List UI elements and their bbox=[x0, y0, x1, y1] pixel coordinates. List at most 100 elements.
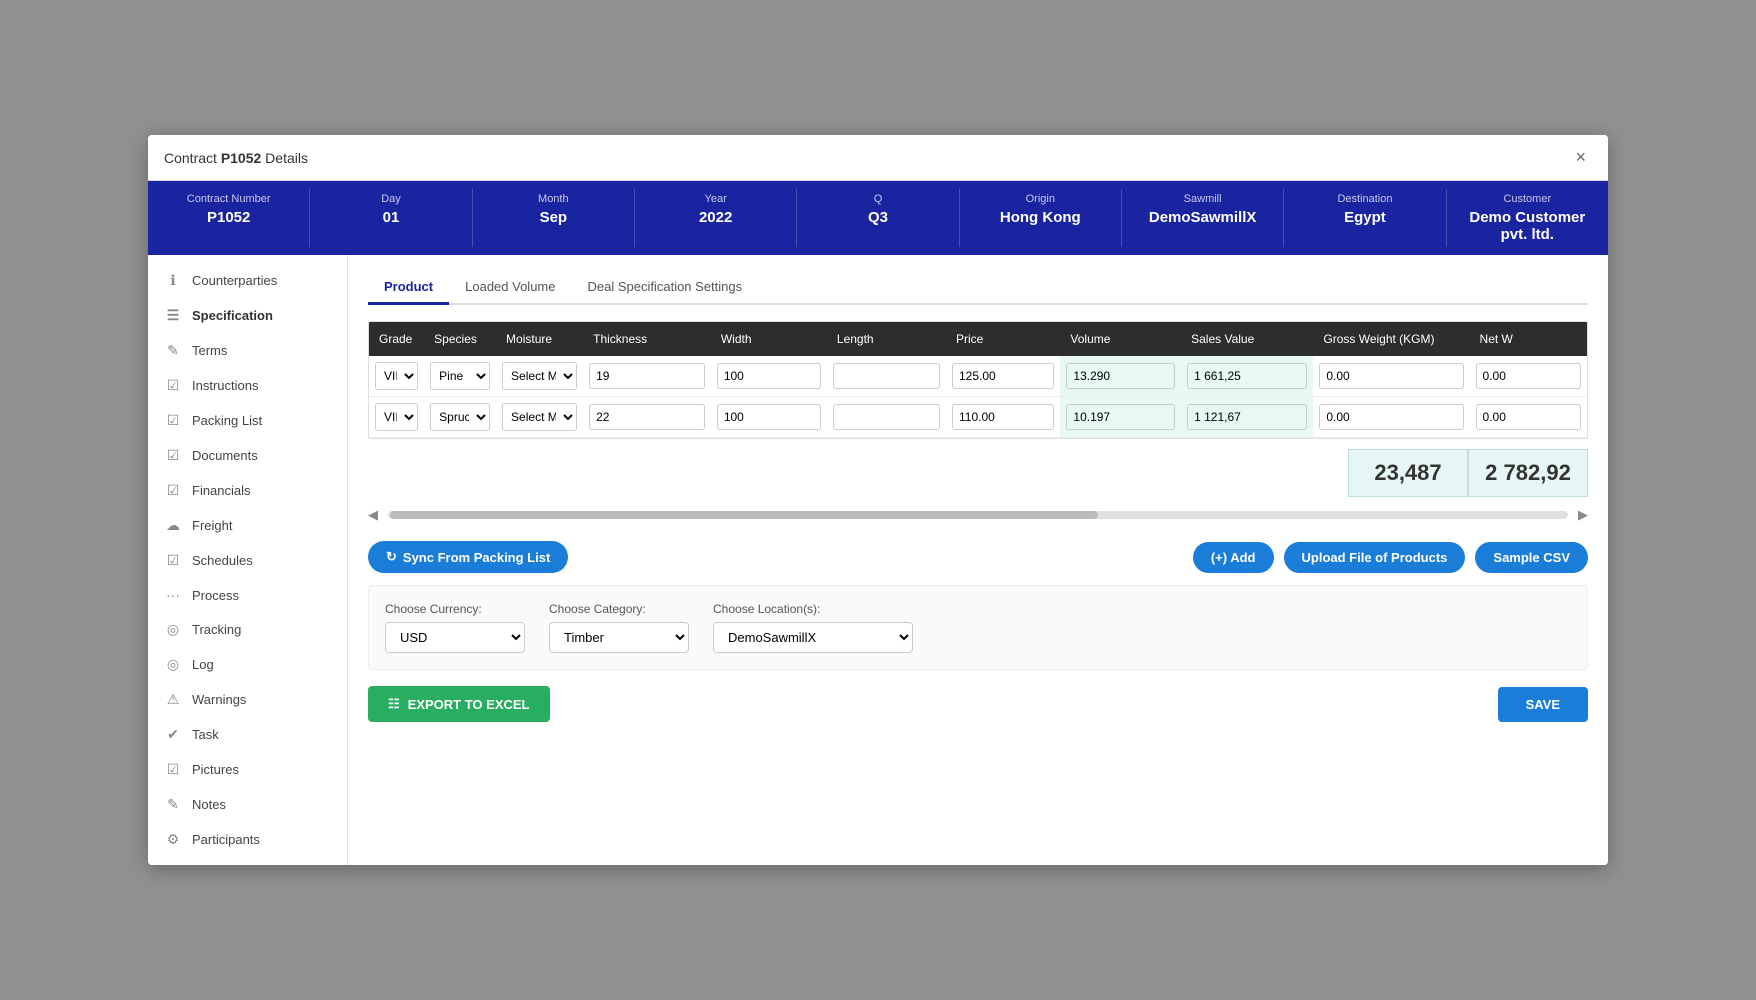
scroll-right-arrow[interactable]: ▶ bbox=[1578, 507, 1588, 523]
contract-bar-label: Origin bbox=[968, 193, 1113, 205]
col-header-sales-value: Sales Value bbox=[1181, 322, 1313, 356]
col-header-species: Species bbox=[424, 322, 496, 356]
sidebar-item-freight[interactable]: ☁Freight bbox=[148, 508, 347, 543]
filter-form: Choose Currency: USD EUR GBP Choose Cate… bbox=[368, 585, 1588, 670]
length-input[interactable] bbox=[833, 404, 940, 430]
species-select[interactable]: PineSpruceOak bbox=[430, 362, 490, 390]
sidebar-label: Counterparties bbox=[192, 273, 277, 288]
sidebar-item-process[interactable]: ···Process bbox=[148, 578, 347, 612]
horizontal-scrollbar[interactable] bbox=[388, 511, 1568, 519]
width-cell bbox=[711, 397, 827, 438]
contract-bar-item: QQ3 bbox=[797, 189, 959, 247]
thickness-input[interactable] bbox=[589, 363, 705, 389]
col-header-gross-weight-(kgm): Gross Weight (KGM) bbox=[1313, 322, 1469, 356]
totals-row: 23,487 2 782,92 bbox=[368, 439, 1588, 501]
col-header-width: Width bbox=[711, 322, 827, 356]
sidebar-item-pictures[interactable]: ☑Pictures bbox=[148, 752, 347, 787]
species-cell: PineSpruceOak bbox=[424, 356, 496, 397]
sidebar-item-specification[interactable]: ☰Specification bbox=[148, 298, 347, 333]
sidebar-icon: ℹ bbox=[164, 272, 182, 289]
sidebar-item-log[interactable]: ◎Log bbox=[148, 647, 347, 682]
contract-number-bold: P1052 bbox=[221, 150, 261, 166]
scroll-left-arrow[interactable]: ◀ bbox=[368, 507, 378, 523]
modal-header: Contract P1052 Details × bbox=[148, 135, 1608, 181]
contract-bar-item: OriginHong Kong bbox=[960, 189, 1122, 247]
category-group: Choose Category: Timber Other bbox=[549, 602, 689, 653]
contract-bar-item: Month Sep bbox=[473, 189, 635, 247]
currency-select[interactable]: USD EUR GBP bbox=[385, 622, 525, 653]
net-w-input[interactable] bbox=[1476, 404, 1581, 430]
sales-value-cell bbox=[1181, 397, 1313, 438]
width-input[interactable] bbox=[717, 404, 821, 430]
add-button[interactable]: (+) Add bbox=[1193, 542, 1274, 573]
currency-label: Choose Currency: bbox=[385, 602, 525, 616]
gross-weight-input[interactable] bbox=[1319, 363, 1463, 389]
moisture-select[interactable]: Select MoistDryGreen bbox=[502, 362, 577, 390]
tab-deal-specification-settings[interactable]: Deal Specification Settings bbox=[571, 271, 758, 305]
grade-select[interactable]: VIIVIVIV bbox=[375, 403, 418, 431]
width-input[interactable] bbox=[717, 363, 821, 389]
species-cell: PineSpruceOak bbox=[424, 397, 496, 438]
sidebar-icon: ☑ bbox=[164, 447, 182, 464]
tab-loaded-volume[interactable]: Loaded Volume bbox=[449, 271, 571, 305]
category-label: Choose Category: bbox=[549, 602, 689, 616]
sidebar-label: Schedules bbox=[192, 553, 253, 568]
sidebar-icon: ☑ bbox=[164, 377, 182, 394]
col-header-moisture: Moisture bbox=[496, 322, 583, 356]
save-button[interactable]: SAVE bbox=[1498, 687, 1588, 722]
modal-overlay: Contract P1052 Details × Contract Number… bbox=[0, 0, 1756, 1000]
sales-value-input[interactable] bbox=[1187, 363, 1307, 389]
sidebar-label: Tracking bbox=[192, 622, 241, 637]
sidebar-item-warnings[interactable]: ⚠Warnings bbox=[148, 682, 347, 717]
upload-button[interactable]: Upload File of Products bbox=[1284, 542, 1466, 573]
length-input[interactable] bbox=[833, 363, 940, 389]
contract-bar-value: Egypt bbox=[1292, 209, 1437, 226]
table-row: VIIVIVIV PineSpruceOak Select MoistDryGr… bbox=[369, 356, 1587, 397]
contract-bar-value: 2022 bbox=[643, 209, 788, 226]
contract-bar-label: Month bbox=[481, 193, 626, 205]
sidebar-icon: ··· bbox=[164, 587, 182, 603]
close-button[interactable]: × bbox=[1569, 145, 1592, 170]
sidebar-item-instructions[interactable]: ☑Instructions bbox=[148, 368, 347, 403]
net-w-cell bbox=[1470, 397, 1587, 438]
sync-button[interactable]: ↻ Sync From Packing List bbox=[368, 541, 568, 573]
moisture-select[interactable]: Select MoistDryGreen bbox=[502, 403, 577, 431]
sidebar-item-packing-list[interactable]: ☑Packing List bbox=[148, 403, 347, 438]
sidebar-icon: ☑ bbox=[164, 412, 182, 429]
sidebar-label: Freight bbox=[192, 518, 232, 533]
product-table-container: GradeSpeciesMoistureThicknessWidthLength… bbox=[368, 321, 1588, 439]
sidebar-item-notes[interactable]: ✎Notes bbox=[148, 787, 347, 822]
sample-csv-button[interactable]: Sample CSV bbox=[1475, 542, 1588, 573]
sidebar-item-tracking[interactable]: ◎Tracking bbox=[148, 612, 347, 647]
contract-bar-value: Sep bbox=[481, 209, 626, 226]
contract-bar-label: Customer bbox=[1455, 193, 1600, 205]
volume-input[interactable] bbox=[1066, 404, 1175, 430]
sidebar-icon: ☑ bbox=[164, 552, 182, 569]
price-input[interactable] bbox=[952, 363, 1054, 389]
price-input[interactable] bbox=[952, 404, 1054, 430]
tab-product[interactable]: Product bbox=[368, 271, 449, 305]
sidebar-item-task[interactable]: ✔Task bbox=[148, 717, 347, 752]
table-header: GradeSpeciesMoistureThicknessWidthLength… bbox=[369, 322, 1587, 356]
sidebar-item-participants[interactable]: ⚙Participants bbox=[148, 822, 347, 857]
location-select[interactable]: DemoSawmillX bbox=[713, 622, 913, 653]
sales-value-input[interactable] bbox=[1187, 404, 1307, 430]
thickness-input[interactable] bbox=[589, 404, 705, 430]
grade-select[interactable]: VIIVIVIV bbox=[375, 362, 418, 390]
gross-weight-input[interactable] bbox=[1319, 404, 1463, 430]
species-select[interactable]: PineSpruceOak bbox=[430, 403, 490, 431]
total-sales-value: 2 782,92 bbox=[1468, 449, 1588, 497]
sidebar-item-schedules[interactable]: ☑ Schedules bbox=[148, 543, 347, 578]
volume-input[interactable] bbox=[1066, 363, 1175, 389]
tabs-container: ProductLoaded VolumeDeal Specification S… bbox=[368, 271, 1588, 305]
sidebar-item-financials[interactable]: ☑Financials bbox=[148, 473, 347, 508]
sidebar-item-documents[interactable]: ☑Documents bbox=[148, 438, 347, 473]
modal-title: Contract P1052 Details bbox=[164, 150, 308, 166]
sidebar-icon: ✔ bbox=[164, 726, 182, 743]
sidebar-item-counterparties[interactable]: ℹ Counterparties bbox=[148, 263, 347, 298]
thickness-cell bbox=[583, 397, 711, 438]
export-button[interactable]: ☷ EXPORT TO EXCEL bbox=[368, 686, 550, 722]
category-select[interactable]: Timber Other bbox=[549, 622, 689, 653]
net-w-input[interactable] bbox=[1476, 363, 1581, 389]
sidebar-item-terms[interactable]: ✎Terms bbox=[148, 333, 347, 368]
